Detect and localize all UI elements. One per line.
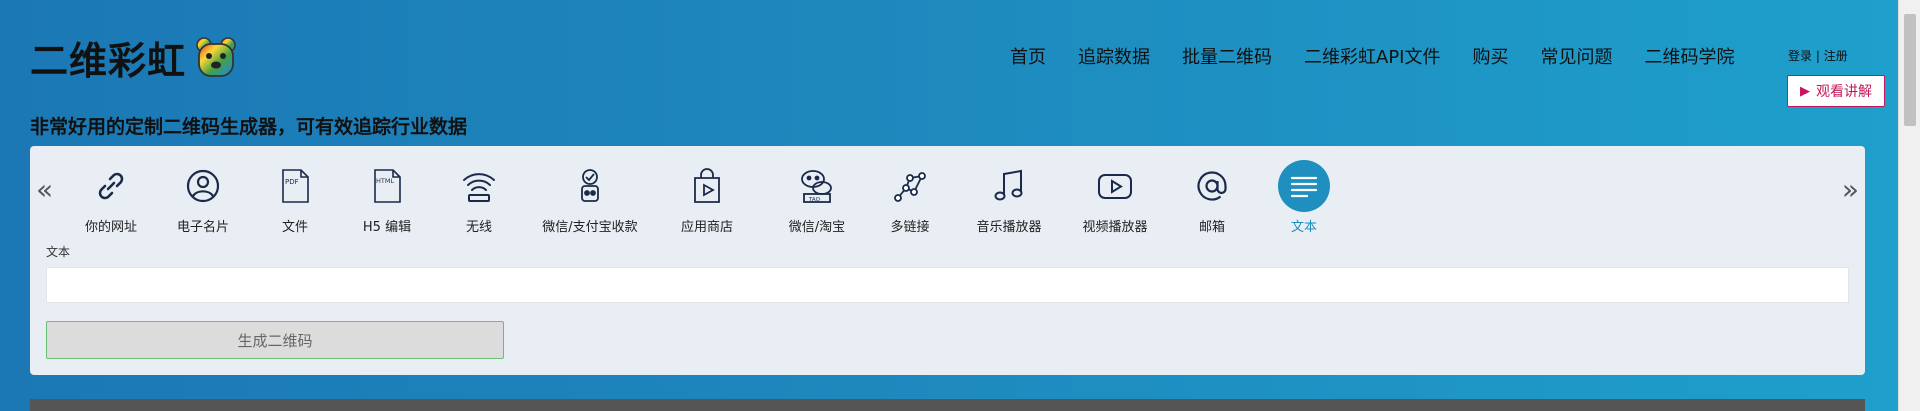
type-label: 文件: [281, 220, 308, 235]
type-label: 音乐播放器: [976, 220, 1042, 235]
email-icon: [1197, 171, 1227, 201]
link-icon: [98, 172, 124, 200]
login-link[interactable]: 登录: [1788, 49, 1812, 63]
type-payment[interactable]: 微信/支付宝收款: [530, 160, 650, 235]
type-label: 电子名片: [176, 220, 229, 235]
register-link[interactable]: 注册: [1824, 49, 1848, 63]
type-label: 应用商店: [680, 220, 733, 235]
type-label: 微信/支付宝收款: [542, 220, 638, 235]
html-file-icon: HTML: [374, 169, 401, 203]
watch-tutorial-label: 观看讲解: [1816, 84, 1872, 100]
video-icon: [1098, 174, 1132, 199]
type-label: 微信/淘宝: [788, 220, 846, 235]
text-icon: [1290, 176, 1318, 198]
nav-batch-qrcode[interactable]: 批量二维码: [1182, 43, 1272, 69]
type-label: 多链接: [890, 220, 930, 235]
svg-text:TAO: TAO: [808, 197, 821, 203]
auth-links: 登录 | 注册: [1788, 47, 1848, 64]
payment-icon: [581, 169, 599, 202]
top-navigation: 首页 追踪数据 批量二维码 二维彩虹API文件 购买 常见问题 二维码学院: [1010, 43, 1734, 69]
wifi-icon: [463, 173, 495, 202]
nav-qrcode-academy[interactable]: 二维码学院: [1644, 43, 1734, 69]
type-text[interactable]: 文本: [1244, 160, 1364, 235]
type-wifi[interactable]: 无线: [419, 160, 539, 235]
scroll-right-arrow-icon[interactable]: »: [1842, 176, 1859, 204]
text-input[interactable]: [46, 267, 1849, 303]
auth-separator: |: [1815, 49, 1820, 63]
scrollbar-thumb[interactable]: [1904, 14, 1916, 126]
nav-faq[interactable]: 常见问题: [1540, 43, 1612, 69]
type-label: 视频播放器: [1082, 220, 1148, 235]
type-music-player[interactable]: 音乐播放器: [949, 160, 1069, 235]
nav-tracking-data[interactable]: 追踪数据: [1078, 43, 1150, 69]
music-icon: [994, 169, 1023, 201]
type-app-store[interactable]: 应用商店: [647, 160, 767, 235]
nav-home[interactable]: 首页: [1010, 43, 1046, 69]
svg-text:PDF: PDF: [285, 178, 299, 186]
watch-tutorial-button[interactable]: ▶ 观看讲解: [1787, 75, 1885, 107]
rainbow-bear-icon: [196, 36, 236, 77]
play-icon: ▶: [1800, 83, 1810, 99]
type-label: H5 编辑: [362, 220, 412, 235]
logo-text: 二维彩虹: [30, 39, 187, 83]
qrcode-generator-panel: « » 你的网址 电子名片 PDF 文件 HTML H5 编辑 无线 微信/支付…: [30, 146, 1865, 375]
logo[interactable]: 二维彩虹: [30, 30, 238, 85]
nav-purchase[interactable]: 购买: [1472, 43, 1508, 69]
svg-text:HTML: HTML: [376, 177, 394, 185]
generate-qrcode-button[interactable]: 生成二维码: [46, 321, 504, 359]
bottom-section-edge: [30, 399, 1865, 411]
page-scrollbar[interactable]: [1898, 0, 1920, 411]
pdf-file-icon: PDF: [282, 169, 309, 203]
wechat-taobao-icon: TAO: [801, 170, 832, 203]
user-card-icon: [186, 169, 220, 203]
app-store-icon: [694, 168, 720, 203]
nav-api-docs[interactable]: 二维彩虹API文件: [1304, 43, 1440, 69]
type-label: 文本: [1290, 220, 1317, 235]
page-tagline: 非常好用的定制二维码生成器，可有效追踪行业数据: [30, 116, 468, 138]
text-field-label: 文本: [46, 245, 71, 259]
multi-link-icon: [894, 172, 926, 202]
type-label: 你的网址: [84, 220, 137, 235]
type-label: 邮箱: [1198, 220, 1225, 235]
type-label: 无线: [465, 220, 492, 235]
